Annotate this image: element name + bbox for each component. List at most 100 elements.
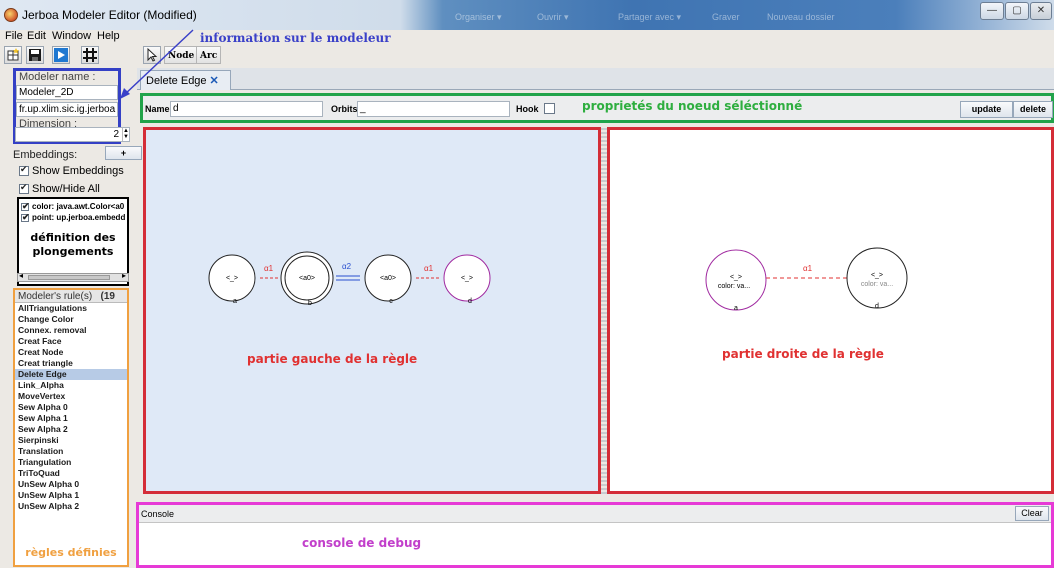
rule-list-item[interactable]: Sew Alpha 1 — [15, 413, 127, 424]
save-icon — [29, 49, 41, 61]
hook-checkbox[interactable] — [544, 103, 555, 114]
taskbar-ghost-item: Partager avec ▾ — [618, 12, 682, 22]
scrollbar-thumb[interactable] — [28, 275, 110, 280]
arc-tool-button[interactable]: Arc — [196, 46, 222, 64]
embedding-item-label: point: up.jerboa.embedd — [32, 213, 126, 222]
taskbar-ghost-item: Organiser ▾ — [455, 12, 502, 22]
console-panel: Console Clear — [136, 502, 1054, 568]
rule-list-item[interactable]: Change Color — [15, 314, 127, 325]
checkbox-icon — [19, 164, 29, 177]
grid-button[interactable] — [81, 46, 99, 64]
rule-list-item[interactable]: UnSew Alpha 0 — [15, 479, 127, 490]
rule-list-item[interactable]: TriToQuad — [15, 468, 127, 479]
taskbar-ghost-item: Graver — [712, 12, 740, 22]
rule-list-item[interactable]: Creat Face — [15, 336, 127, 347]
rule-list-item[interactable]: Sew Alpha 0 — [15, 402, 127, 413]
rule-list-item[interactable]: Sierpinski — [15, 435, 127, 446]
left-rule-graph: α1 α2 α1 <_> a <a0> b <a0> c <_> d — [208, 251, 491, 307]
rule-list-item[interactable]: Creat triangle — [15, 358, 127, 369]
dimension-field[interactable]: 2 — [15, 127, 130, 142]
window-title: Jerboa Modeler Editor (Modified) — [22, 8, 197, 22]
embeddings-annotation-line2: plongements — [32, 245, 114, 258]
show-embeddings-checkbox[interactable]: Show Embeddings — [19, 164, 124, 177]
new-modeler-button[interactable] — [4, 46, 22, 64]
right-rule-graph: α1 <_> color: va... a <_> color: va... d — [705, 247, 908, 312]
menu-file[interactable]: File — [5, 30, 23, 42]
show-embeddings-label: Show Embeddings — [32, 165, 124, 177]
modeler-annotation: information sur le modeleur — [200, 31, 391, 45]
console-header: Console Clear — [139, 505, 1051, 523]
rule-list-item[interactable]: Delete Edge — [15, 369, 127, 380]
left-node-d-label: <_> — [461, 275, 473, 282]
rules-panel: Modeler's rule(s) (19 AllTriangulations C… — [13, 288, 129, 567]
minimize-button[interactable]: — — [980, 2, 1004, 20]
rules-header-label: Modeler's rule(s) — [18, 291, 93, 302]
checkbox-icon — [19, 182, 29, 195]
maximize-button[interactable]: ▢ — [1005, 2, 1029, 20]
console-label: Console — [141, 509, 175, 519]
right-rule-annotation: partie droite de la règle — [722, 347, 884, 361]
console-annotation: console de debug — [302, 536, 422, 550]
annotation-arrow-icon — [120, 29, 194, 99]
embeddings-annotation-line1: définition des — [30, 231, 116, 244]
rule-list-item[interactable]: UnSew Alpha 1 — [15, 490, 127, 501]
rules-list: AllTriangulations Change Color Connex. rem… — [15, 303, 127, 512]
package-field[interactable]: fr.up.xlim.sic.ig.jerboa — [16, 102, 118, 117]
close-window-button[interactable]: ✕ — [1030, 2, 1052, 20]
right-node-d-label: <_> — [871, 272, 883, 279]
rule-list-item[interactable]: Translation — [15, 446, 127, 457]
rule-list-item[interactable]: AllTriangulations — [15, 303, 127, 314]
embedding-item[interactable]: color: java.awt.Color<a0 — [19, 201, 127, 212]
embedding-item[interactable]: point: up.jerboa.embedd — [19, 212, 127, 223]
add-embedding-button[interactable]: + — [105, 146, 142, 160]
orbits-field[interactable]: _ — [357, 101, 510, 117]
left-rule-annotation: partie gauche de la règle — [247, 352, 418, 366]
embedding-list-scrollbar[interactable]: ◂ ▸ — [17, 271, 129, 282]
rules-annotation: règles définies — [25, 546, 117, 559]
app-icon — [4, 8, 18, 22]
run-button[interactable] — [52, 46, 70, 64]
embedding-item-label: color: java.awt.Color<a0 — [32, 202, 125, 211]
left-node-b-id: b — [308, 300, 312, 307]
modeler-name-label: Modeler name : — [19, 71, 96, 83]
rule-list-item[interactable]: Connex. removal — [15, 325, 127, 336]
right-node-d-id: d — [875, 303, 879, 310]
rule-list-item[interactable]: MoveVertex — [15, 391, 127, 402]
taskbar-ghost-item: Ouvrir ▾ — [537, 12, 569, 22]
rule-list-item[interactable]: UnSew Alpha 2 — [15, 501, 127, 512]
left-node-b-label: <a0> — [299, 275, 315, 282]
rule-list-item[interactable]: Sew Alpha 2 — [15, 424, 127, 435]
scroll-left-icon[interactable]: ◂ — [19, 271, 23, 280]
rule-list-item[interactable]: Link_Alpha — [15, 380, 127, 391]
menu-window[interactable]: Window — [52, 30, 91, 42]
checkbox-icon — [21, 201, 30, 212]
scroll-right-icon[interactable]: ▸ — [122, 271, 126, 280]
right-node-d-sub: color: va... — [861, 281, 893, 288]
play-icon — [54, 48, 68, 62]
right-rule-pane[interactable]: α1 <_> color: va... a <_> color: va... d — [607, 127, 1054, 494]
name-label: Name — [145, 104, 170, 114]
rules-count: (19 — [100, 291, 115, 302]
clear-console-button[interactable]: Clear — [1015, 506, 1049, 521]
close-tab-icon[interactable]: ✕ — [210, 75, 219, 87]
delete-button[interactable]: delete — [1013, 101, 1053, 118]
tab-strip: Delete Edge ✕ — [137, 68, 1054, 90]
left-node-d-id: d — [468, 298, 472, 305]
modeler-name-field[interactable]: Modeler_2D — [16, 85, 118, 100]
checkbox-icon — [21, 212, 30, 223]
save-button[interactable] — [26, 46, 44, 64]
rule-list-item[interactable]: Creat Node — [15, 347, 127, 358]
left-node-a-id: a — [233, 298, 237, 305]
show-hide-all-checkbox[interactable]: Show/Hide All — [19, 182, 100, 195]
left-edge-label-b-c: α2 — [342, 262, 352, 271]
hook-label: Hook — [516, 104, 539, 114]
update-button[interactable]: update — [960, 101, 1013, 118]
menu-edit[interactable]: Edit — [27, 30, 46, 42]
rule-list-item[interactable]: Triangulation — [15, 457, 127, 468]
left-rule-pane[interactable]: α1 α2 α1 <_> a <a0> b <a0> c <_> d — [143, 127, 601, 494]
dimension-spinner[interactable]: ▲ ▼ — [122, 128, 129, 141]
node-name-field[interactable]: d — [170, 101, 323, 117]
grid-icon — [83, 48, 97, 62]
embeddings-label: Embeddings: — [13, 149, 78, 161]
embeddings-annotation: définition des plongements — [17, 231, 129, 259]
